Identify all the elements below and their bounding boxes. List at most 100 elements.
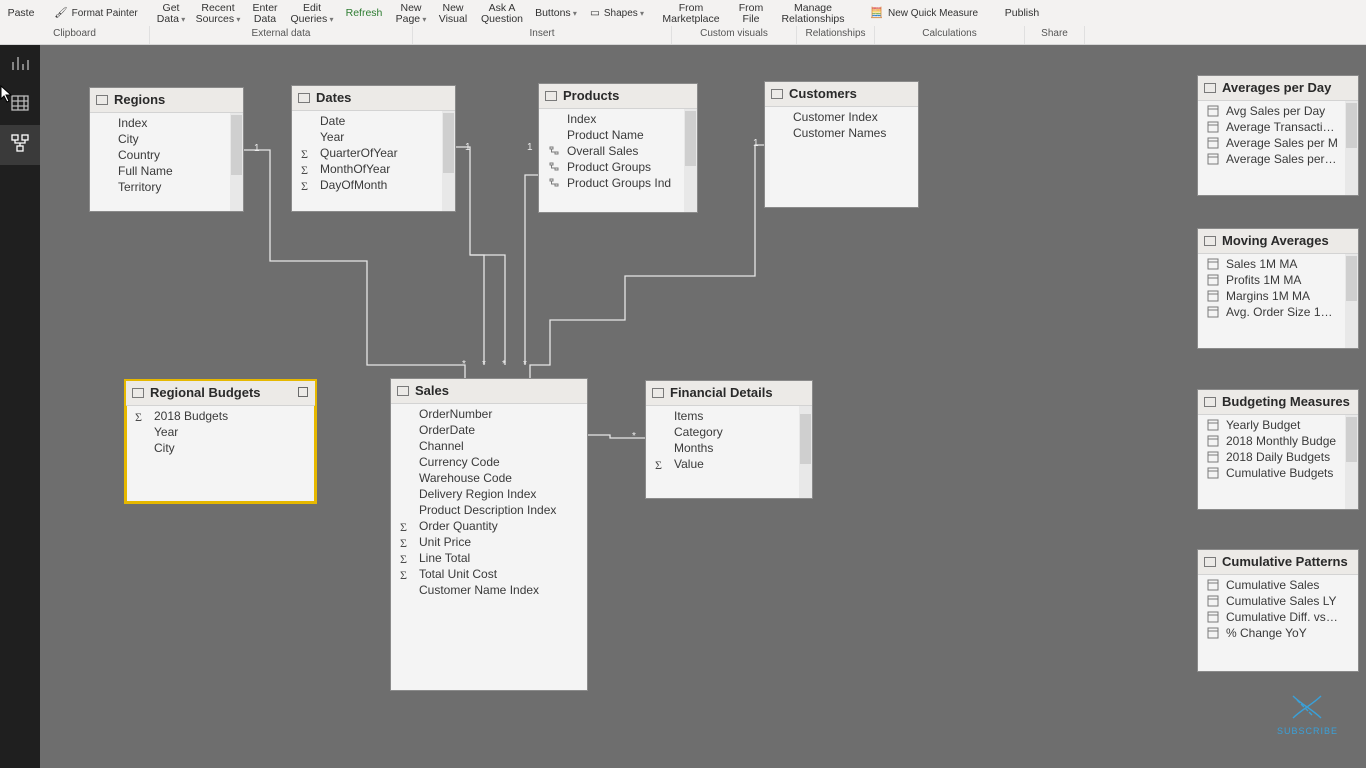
field[interactable]: OrderDate	[391, 422, 574, 438]
field[interactable]: 2018 Monthly Budge	[1198, 433, 1345, 449]
scrollbar[interactable]	[1345, 101, 1358, 195]
table-regions[interactable]: Regions Index City Country Full Name Ter…	[89, 87, 244, 212]
scrollbar[interactable]	[684, 109, 697, 212]
table-sales[interactable]: Sales OrderNumber OrderDate Channel Curr…	[390, 378, 588, 691]
field[interactable]: Category	[646, 424, 799, 440]
table-header[interactable]: Customers	[765, 82, 918, 107]
field[interactable]: OrderNumber	[391, 406, 574, 422]
scrollbar[interactable]	[442, 111, 455, 211]
table-header[interactable]: Moving Averages	[1198, 229, 1358, 254]
ribbon-enter-data[interactable]: EnterData	[244, 0, 286, 27]
ribbon-new-visual[interactable]: NewVisual	[432, 0, 474, 27]
ribbon-format-painter[interactable]: 🖌 Format Painter	[42, 0, 150, 27]
field[interactable]: 2018 Daily Budgets	[1198, 449, 1345, 465]
ribbon-from-file[interactable]: FromFile	[730, 0, 772, 27]
ribbon-from-marketplace[interactable]: FromMarketplace	[652, 0, 730, 27]
field[interactable]: Margins 1M MA	[1198, 288, 1345, 304]
ribbon-get-data[interactable]: GetData	[150, 0, 192, 27]
table-customers[interactable]: Customers Customer Index Customer Names	[764, 81, 919, 208]
field[interactable]: Year	[292, 129, 442, 145]
table-header[interactable]: Regions	[90, 88, 243, 113]
field[interactable]: ΣQuarterOfYear	[292, 145, 442, 161]
field[interactable]: ΣUnit Price	[391, 534, 574, 550]
field[interactable]: Channel	[391, 438, 574, 454]
table-regional-budgets[interactable]: Regional Budgets Σ2018 Budgets Year City	[124, 379, 317, 504]
ribbon-manage-relationships[interactable]: ManageRelationships	[772, 0, 854, 27]
field[interactable]: Customer Names	[765, 125, 905, 141]
field[interactable]: ΣTotal Unit Cost	[391, 566, 574, 582]
ribbon-publish[interactable]: Publish	[994, 0, 1050, 27]
field[interactable]: Delivery Region Index	[391, 486, 574, 502]
field[interactable]: Avg Sales per Day	[1198, 103, 1345, 119]
nav-model-view[interactable]	[0, 125, 40, 165]
field[interactable]: ΣValue	[646, 456, 799, 472]
field[interactable]: % Change YoY	[1198, 625, 1345, 641]
nav-data-view[interactable]	[0, 85, 40, 125]
table-header[interactable]: Products	[539, 84, 697, 109]
field[interactable]: Cumulative Sales	[1198, 577, 1345, 593]
field[interactable]: Warehouse Code	[391, 470, 574, 486]
ribbon-paste[interactable]: Paste	[0, 0, 42, 27]
field[interactable]: Year	[126, 424, 302, 440]
table-header[interactable]: Regional Budgets	[126, 381, 315, 406]
table-header[interactable]: Financial Details	[646, 381, 812, 406]
ribbon-new-quick-measure[interactable]: 🧮 New Quick Measure	[854, 0, 994, 27]
scrollbar[interactable]	[1345, 415, 1358, 509]
table-dates[interactable]: Dates Date Year ΣQuarterOfYear ΣMonthOfY…	[291, 85, 456, 212]
field[interactable]: Items	[646, 408, 799, 424]
table-budgeting-measures[interactable]: Budgeting Measures Yearly Budget 2018 Mo…	[1197, 389, 1359, 510]
field[interactable]: ΣDayOfMonth	[292, 177, 442, 193]
scrollbar[interactable]	[799, 406, 812, 498]
field[interactable]: Country	[90, 147, 230, 163]
model-canvas[interactable]: 1 1 1 1 * * * * * Regions Index City Cou…	[40, 45, 1366, 768]
field[interactable]: Product Description Index	[391, 502, 574, 518]
scrollbar[interactable]	[230, 113, 243, 211]
field[interactable]: Sales 1M MA	[1198, 256, 1345, 272]
field[interactable]: Customer Index	[765, 109, 905, 125]
field[interactable]: Σ2018 Budgets	[126, 408, 302, 424]
field[interactable]: Months	[646, 440, 799, 456]
field[interactable]: Profits 1M MA	[1198, 272, 1345, 288]
field[interactable]: City	[90, 131, 230, 147]
field[interactable]: City	[126, 440, 302, 456]
scrollbar[interactable]	[1345, 254, 1358, 348]
field[interactable]: Index	[90, 115, 230, 131]
field[interactable]: Full Name	[90, 163, 230, 179]
field[interactable]: ΣLine Total	[391, 550, 574, 566]
field[interactable]: Avg. Order Size 1M M	[1198, 304, 1345, 320]
ribbon-refresh[interactable]: Refresh	[338, 0, 390, 27]
field[interactable]: Average Sales per Cu	[1198, 151, 1345, 167]
ribbon-buttons[interactable]: Buttons	[530, 0, 582, 27]
field[interactable]: Currency Code	[391, 454, 574, 470]
field[interactable]: ΣOrder Quantity	[391, 518, 574, 534]
field[interactable]: Customer Name Index	[391, 582, 574, 598]
field[interactable]: Product Groups	[539, 159, 684, 175]
field[interactable]: Index	[539, 111, 684, 127]
ribbon-ask-question[interactable]: Ask AQuestion	[474, 0, 530, 27]
table-moving-averages[interactable]: Moving Averages Sales 1M MA Profits 1M M…	[1197, 228, 1359, 349]
field[interactable]: Average Transactions	[1198, 119, 1345, 135]
table-header[interactable]: Cumulative Patterns	[1198, 550, 1358, 575]
table-header[interactable]: Dates	[292, 86, 455, 111]
table-financial-details[interactable]: Financial Details Items Category Months …	[645, 380, 813, 499]
table-products[interactable]: Products Index Product Name Overall Sale…	[538, 83, 698, 213]
ribbon-shapes[interactable]: ▭ Shapes	[582, 0, 652, 27]
field[interactable]: Yearly Budget	[1198, 417, 1345, 433]
ribbon-edit-queries[interactable]: EditQueries	[286, 0, 338, 27]
table-cumulative-patterns[interactable]: Cumulative Patterns Cumulative Sales Cum…	[1197, 549, 1359, 672]
ribbon-recent-sources[interactable]: RecentSources	[192, 0, 244, 27]
field[interactable]: Territory	[90, 179, 230, 195]
field[interactable]: Average Sales per M	[1198, 135, 1345, 151]
table-averages-per-day[interactable]: Averages per Day Avg Sales per Day Avera…	[1197, 75, 1359, 196]
field[interactable]: ΣMonthOfYear	[292, 161, 442, 177]
field[interactable]: Cumulative Diff. vs LY	[1198, 609, 1345, 625]
nav-report-view[interactable]	[0, 45, 40, 85]
field[interactable]: Product Groups Ind	[539, 175, 684, 191]
maximize-icon[interactable]	[297, 386, 309, 401]
field[interactable]: Overall Sales	[539, 143, 684, 159]
table-header[interactable]: Sales	[391, 379, 587, 404]
table-header[interactable]: Budgeting Measures	[1198, 390, 1358, 415]
field[interactable]: Date	[292, 113, 442, 129]
field[interactable]: Cumulative Budgets	[1198, 465, 1345, 481]
field[interactable]: Cumulative Sales LY	[1198, 593, 1345, 609]
